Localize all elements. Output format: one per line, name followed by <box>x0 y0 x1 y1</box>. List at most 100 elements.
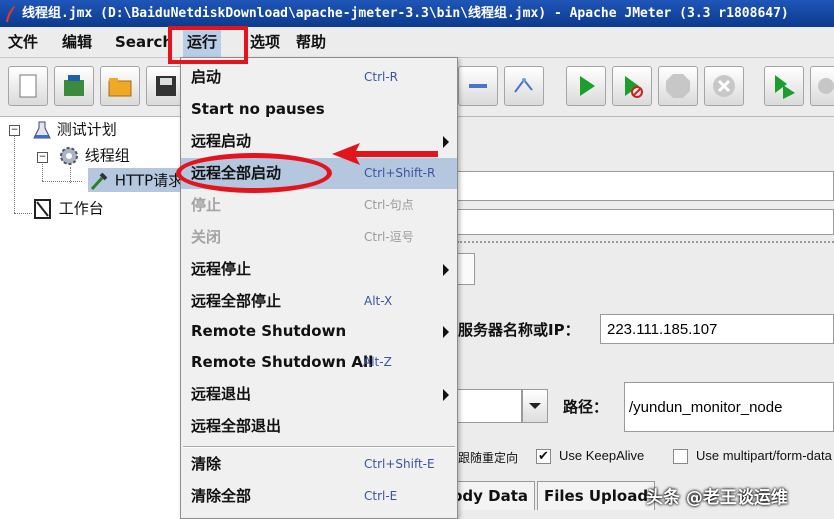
menu-item-label: 清除全部 <box>191 487 252 505</box>
jmeter-feather-icon <box>6 5 15 22</box>
title-bar: 线程组.jmx (D:\BaiduNetdiskDownload\apache-… <box>0 0 834 27</box>
templates-icon <box>64 75 84 96</box>
keepalive-checkbox[interactable]: ✔ <box>536 449 551 464</box>
play-icon <box>580 76 595 96</box>
tree-node-label: 线程组 <box>84 146 130 165</box>
toggle-button[interactable] <box>504 66 544 106</box>
remote-stop-icon <box>818 78 834 94</box>
menu-item-remote-start[interactable]: 远程启动 <box>181 126 457 157</box>
expand-toggle-thread-group[interactable]: − <box>37 152 48 163</box>
beaker-icon <box>33 121 51 138</box>
tree-node-workbench[interactable]: 工作台 <box>32 196 104 220</box>
gear-icon <box>60 146 78 165</box>
sub-tab-edge[interactable] <box>457 253 475 285</box>
play-no-pause-icon <box>625 76 643 98</box>
menu-item-shortcut: Ctrl-逗号 <box>364 230 414 244</box>
method-dropdown-button[interactable] <box>522 389 548 423</box>
menu-item-remote-exit-all[interactable]: 远程全部退出 <box>181 411 457 442</box>
chevron-down-icon <box>529 403 541 409</box>
remote-start-all-button[interactable] <box>764 66 804 106</box>
menu-edit[interactable]: 编辑 <box>62 27 92 57</box>
minus-icon <box>469 84 487 88</box>
collapse-button[interactable] <box>458 66 498 106</box>
path-input[interactable] <box>624 382 834 432</box>
keepalive-label: Use KeepAlive <box>559 448 645 463</box>
stop-icon <box>666 74 690 98</box>
menu-run[interactable]: 运行 <box>183 27 222 57</box>
shutdown-icon <box>713 75 735 97</box>
submenu-arrow-icon <box>443 264 449 276</box>
menu-item-label: 远程全部启动 <box>191 164 282 182</box>
run-menu: 启动 Ctrl-R Start no pauses 远程启动 远程全部启动 Ct… <box>180 57 458 519</box>
menu-item-remote-stop[interactable]: 远程停止 <box>181 254 457 285</box>
menu-help[interactable]: 帮助 <box>296 27 326 57</box>
path-label: 路径： <box>563 398 609 416</box>
start-no-pauses-button[interactable] <box>612 66 652 106</box>
window-title: 线程组.jmx (D:\BaiduNetdiskDownload\apache-… <box>22 6 789 21</box>
menu-item-label: 远程退出 <box>191 385 252 403</box>
expand-toggle-test-plan[interactable]: − <box>9 125 20 136</box>
tree-node-thread-group[interactable]: 线程组 <box>58 143 130 167</box>
follow-redirects-label: 跟随重定向 <box>458 451 519 465</box>
menu-item-remote-stop-all[interactable]: 远程全部停止 Alt-X <box>181 286 457 317</box>
menu-item-remote-shutdown[interactable]: Remote Shutdown <box>181 316 457 347</box>
start-button[interactable] <box>566 66 606 106</box>
menu-bar: 文件 编辑 Search 运行 选项 帮助 <box>0 27 834 58</box>
submenu-arrow-icon <box>443 389 449 401</box>
menu-item-shortcut: Ctrl+Shift-E <box>364 457 435 471</box>
watermark: 头条 @老王谈运维 <box>646 488 788 508</box>
menu-item-clear[interactable]: 清除 Ctrl+Shift-E <box>181 449 457 480</box>
pipette-icon <box>90 172 108 190</box>
menu-item-label: Remote Shutdown All <box>191 353 374 371</box>
menu-item-clear-all[interactable]: 清除全部 Ctrl-E <box>181 481 457 512</box>
tab-files-upload[interactable]: Files Upload <box>537 481 656 510</box>
save-disk-icon <box>156 76 176 96</box>
menu-item-label: 启动 <box>191 68 222 86</box>
menu-separator <box>183 446 455 448</box>
multipart-label: Use multipart/form-data <box>696 448 832 463</box>
method-select[interactable] <box>457 389 522 423</box>
open-button[interactable] <box>100 66 140 106</box>
submenu-arrow-icon <box>443 326 449 338</box>
menu-item-remote-exit[interactable]: 远程退出 <box>181 379 457 410</box>
shutdown-button[interactable] <box>704 66 744 106</box>
toggle-wand-icon <box>514 78 533 93</box>
new-file-icon <box>19 74 37 98</box>
open-folder-icon <box>108 78 132 97</box>
menu-item-start-no-pauses[interactable]: Start no pauses <box>181 94 457 125</box>
menu-item-label: 远程停止 <box>191 260 252 278</box>
workbench-icon <box>34 198 51 219</box>
menu-item-label: 关闭 <box>191 228 222 246</box>
menu-item-label: 远程全部停止 <box>191 292 282 310</box>
menu-item-shortcut: Ctrl-句点 <box>364 198 414 212</box>
server-input[interactable] <box>600 314 834 344</box>
stop-button[interactable] <box>658 66 698 106</box>
menu-item-label: Start no pauses <box>191 100 325 118</box>
remote-start-icon <box>775 75 795 99</box>
menu-item-label: 远程全部退出 <box>191 417 282 435</box>
name-field[interactable] <box>457 171 834 201</box>
templates-button[interactable] <box>54 66 94 106</box>
menu-item-remote-start-all[interactable]: 远程全部启动 Ctrl+Shift-R <box>181 158 457 189</box>
menu-item-label: 清除 <box>191 455 222 473</box>
submenu-arrow-icon <box>443 136 449 148</box>
tree-node-http-request[interactable]: HTTP请求 <box>88 168 188 192</box>
multipart-checkbox[interactable] <box>673 449 688 464</box>
menu-item-label: 远程启动 <box>191 132 252 150</box>
remote-stop-all-button[interactable] <box>810 66 834 106</box>
new-button[interactable] <box>8 66 48 106</box>
menu-item-remote-shutdown-all[interactable]: Remote Shutdown All Alt-Z <box>181 347 457 378</box>
menu-options[interactable]: 选项 <box>250 27 280 57</box>
comments-field[interactable] <box>457 209 834 235</box>
tree-node-test-plan[interactable]: 测试计划 <box>32 117 117 141</box>
menu-file[interactable]: 文件 <box>8 27 38 57</box>
menu-search[interactable]: Search <box>115 27 173 57</box>
menu-item-shortcut: Ctrl-E <box>364 489 398 503</box>
menu-item-shortcut: Ctrl+Shift-R <box>364 166 436 180</box>
menu-item-shutdown[interactable]: 关闭 Ctrl-逗号 <box>181 222 457 253</box>
tree-node-label: 测试计划 <box>56 120 117 139</box>
tree-node-label: HTTP请求 <box>114 171 184 190</box>
menu-item-start[interactable]: 启动 Ctrl-R <box>181 62 457 93</box>
tree-node-label: 工作台 <box>58 199 104 218</box>
menu-item-stop[interactable]: 停止 Ctrl-句点 <box>181 190 457 221</box>
